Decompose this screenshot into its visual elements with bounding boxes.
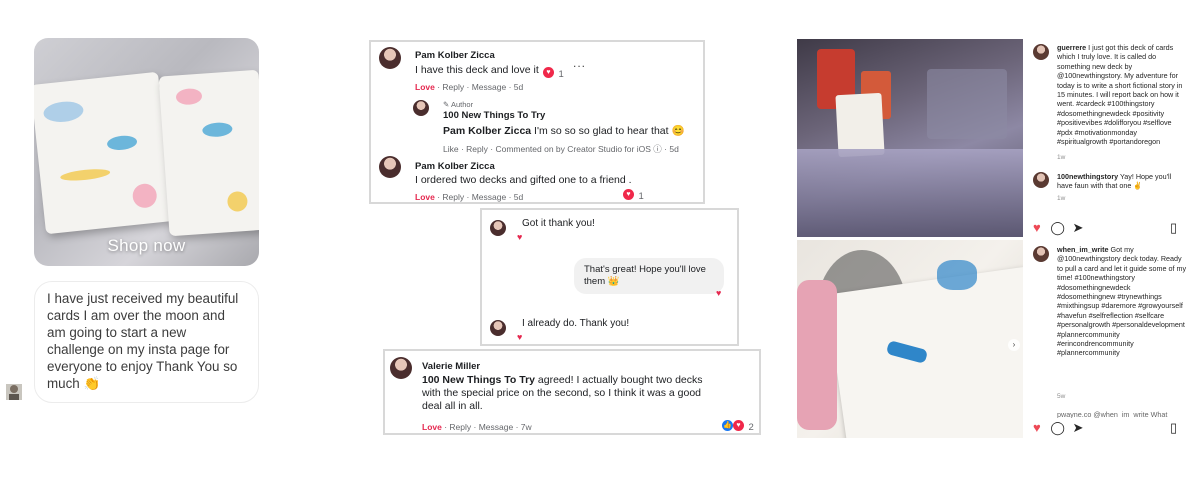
author-badge: ✎ Author <box>443 100 474 109</box>
post-photo[interactable]: › <box>797 240 1023 438</box>
love-reaction-icon: ♥ <box>623 189 634 201</box>
sender-avatar <box>4 380 24 402</box>
chat-message-received: Got it thank you! <box>522 218 595 229</box>
comment-text: 100 New Things To Try agreed! I actually… <box>422 374 703 412</box>
avatar[interactable] <box>379 156 401 178</box>
avatar[interactable] <box>379 47 401 69</box>
chat-message-received: I already do. Thank you! <box>522 318 630 329</box>
post-actions: ♥ ◯ ➤ <box>1033 220 1083 236</box>
love-reaction-icon: ♥ <box>543 67 554 79</box>
comment-actions: Love · Reply · Message · 5d <box>415 82 524 92</box>
via-text: Commented on by Creator Studio for iOS <box>495 144 651 154</box>
commenter-name[interactable]: Valerie Miller <box>422 361 480 372</box>
reply-time: 1w <box>1057 195 1066 202</box>
reply-text: Pam Kolber Zicca I'm so so so glad to he… <box>443 125 685 137</box>
truncated-comment: pwayne.co @when_im_write What <box>1057 410 1168 418</box>
reaction-summary[interactable]: ♥ 1 <box>623 186 644 204</box>
like-heart-icon[interactable]: ♥ <box>1033 220 1041 235</box>
timestamp[interactable]: 5d <box>514 82 523 92</box>
comment-icon[interactable]: ◯ <box>1050 420 1065 435</box>
post-username[interactable]: guerrere <box>1057 43 1086 52</box>
love-button[interactable]: Love <box>415 192 435 202</box>
post-time: 1w <box>1057 154 1066 161</box>
like-reaction-icon: 👍 <box>722 420 733 432</box>
author-avatar[interactable] <box>413 100 429 116</box>
info-icon[interactable]: ⓘ <box>653 144 662 154</box>
author-name[interactable]: 100 New Things To Try <box>443 110 545 121</box>
heart-icon: ♥ <box>716 288 722 298</box>
reply-username[interactable]: 100newthingstory <box>1057 172 1118 181</box>
like-heart-icon[interactable]: ♥ <box>1033 420 1041 435</box>
love-button[interactable]: Love <box>422 422 442 432</box>
love-button[interactable]: Love <box>415 82 435 92</box>
reply-button[interactable]: Reply <box>442 192 464 202</box>
commenter-name[interactable]: Pam Kolber Zicca <box>415 161 495 172</box>
avatar <box>490 320 506 336</box>
reply-actions: Like · Reply · Commented on by Creator S… <box>443 144 679 154</box>
like-button[interactable]: Like <box>443 144 459 154</box>
save-icon[interactable]: ▯ <box>1170 220 1177 236</box>
share-icon[interactable]: ➤ <box>1073 420 1084 435</box>
comment-icon[interactable]: ◯ <box>1050 220 1065 235</box>
reply-caption: 100newthingstory Yay! Hope you'll have f… <box>1057 172 1172 191</box>
heart-icon: ♥ <box>517 332 523 342</box>
reply-button[interactable]: Reply <box>466 144 488 154</box>
comment-actions: Love · Reply · Message · 7w <box>422 422 532 432</box>
reply-button[interactable]: Reply <box>449 422 471 432</box>
shop-now-label[interactable]: Shop now <box>34 236 259 256</box>
share-icon[interactable]: ➤ <box>1073 220 1084 235</box>
timestamp[interactable]: 7w <box>521 422 532 432</box>
comment-actions: Love · Reply · Message · 5d <box>415 192 524 202</box>
post-time: 5w <box>1057 393 1066 400</box>
reaction-summary[interactable]: 👍 ♥ 2 <box>722 417 754 435</box>
more-options-icon[interactable]: ... <box>573 56 586 70</box>
commenter-name[interactable]: Pam Kolber Zicca <box>415 50 495 61</box>
tagged-name[interactable]: Pam Kolber Zicca <box>443 125 531 137</box>
post-username[interactable]: when_im_write <box>1057 245 1109 254</box>
message-button[interactable]: Message <box>472 82 507 92</box>
message-button[interactable]: Message <box>472 192 507 202</box>
fb-comment: Valerie Miller 100 New Things To Try agr… <box>383 349 761 435</box>
story-reply-message: I have just received my beautiful cards … <box>34 281 259 403</box>
timestamp[interactable]: 5d <box>514 192 523 202</box>
user-avatar[interactable] <box>1033 44 1049 60</box>
user-avatar[interactable] <box>1033 246 1049 262</box>
avatar[interactable] <box>390 357 412 379</box>
next-slide-icon[interactable]: › <box>1008 339 1020 351</box>
timestamp[interactable]: 5d <box>669 144 678 154</box>
story-product-image[interactable]: Shop now <box>34 38 259 266</box>
fb-comment-thread: Pam Kolber Zicca I have this deck and lo… <box>369 40 705 204</box>
reply-avatar[interactable] <box>1033 172 1049 188</box>
post-caption: guerrere I just got this deck of cards w… <box>1057 43 1183 147</box>
chat-thread: Got it thank you! ♥ That's great! Hope y… <box>480 208 739 346</box>
post-actions: ♥ ◯ ➤ <box>1033 420 1083 436</box>
love-reaction-icon: ♥ <box>733 420 744 432</box>
reply-button[interactable]: Reply <box>442 82 464 92</box>
avatar <box>490 220 506 236</box>
comment-text: I ordered two decks and gifted one to a … <box>415 174 632 186</box>
post-photo[interactable] <box>797 39 1023 237</box>
chat-message-sent: That's great! Hope you'll love them 👑 <box>574 258 724 294</box>
post-caption: when_im_write Got my @100newthingstory d… <box>1057 245 1187 358</box>
comment-text: I have this deck and love it <box>415 64 539 76</box>
message-button[interactable]: Message <box>479 422 514 432</box>
heart-icon: ♥ <box>517 232 523 242</box>
tagged-name[interactable]: 100 New Things To Try <box>422 374 535 386</box>
deck-box-front <box>34 71 174 235</box>
save-icon[interactable]: ▯ <box>1170 420 1177 436</box>
deck-box-side <box>158 69 259 237</box>
reaction-summary[interactable]: ♥ 1 <box>543 64 564 82</box>
